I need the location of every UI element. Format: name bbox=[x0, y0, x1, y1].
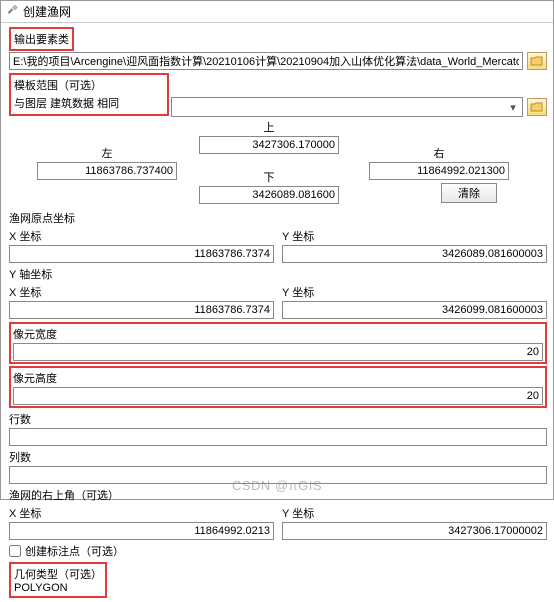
opp-y-label: Y 坐标 bbox=[282, 505, 547, 521]
create-labels-checkbox[interactable] bbox=[9, 545, 21, 557]
opp-x-label: X 坐标 bbox=[9, 505, 274, 521]
window-titlebar: 创建渔网 bbox=[1, 1, 553, 23]
cols-input[interactable] bbox=[9, 466, 547, 484]
template-extent-label: 模板范围（可选） bbox=[14, 77, 164, 93]
extent-right-input[interactable] bbox=[369, 162, 509, 180]
cell-width-highlight: 像元宽度 bbox=[9, 322, 547, 364]
browse-output-button[interactable] bbox=[527, 52, 547, 70]
origin-y-label: Y 坐标 bbox=[282, 228, 547, 244]
extent-left-label: 左 bbox=[102, 145, 113, 161]
origin-label: 渔网原点坐标 bbox=[9, 210, 547, 226]
cell-height-input[interactable] bbox=[13, 387, 543, 405]
opp-x-input[interactable] bbox=[9, 522, 274, 540]
rows-label: 行数 bbox=[9, 411, 547, 427]
yaxis-y-input[interactable] bbox=[282, 301, 547, 319]
rows-input[interactable] bbox=[9, 428, 547, 446]
origin-x-label: X 坐标 bbox=[9, 228, 274, 244]
extent-left-input[interactable] bbox=[37, 162, 177, 180]
extent-down-label: 下 bbox=[264, 169, 275, 185]
origin-x-input[interactable] bbox=[9, 245, 274, 263]
template-extent-dropdown[interactable]: ▾ bbox=[171, 97, 523, 117]
yaxis-label: Y 轴坐标 bbox=[9, 266, 547, 282]
output-fc-input[interactable] bbox=[9, 52, 523, 70]
geom-type-label: 几何类型（可选） bbox=[14, 566, 102, 582]
cell-height-highlight: 像元高度 bbox=[9, 366, 547, 408]
yaxis-y-label: Y 坐标 bbox=[282, 284, 547, 300]
output-fc-label: 输出要素类 bbox=[14, 34, 69, 46]
hammer-icon bbox=[5, 5, 19, 19]
window-title: 创建渔网 bbox=[23, 3, 71, 20]
chevron-down-icon: ▾ bbox=[506, 100, 520, 114]
cell-width-input[interactable] bbox=[13, 343, 543, 361]
yaxis-x-input[interactable] bbox=[9, 301, 274, 319]
geom-type-highlight: 几何类型（可选） POLYGON bbox=[9, 562, 107, 598]
opp-y-input[interactable] bbox=[282, 522, 547, 540]
cell-height-label: 像元高度 bbox=[13, 370, 543, 386]
template-extent-value: 与图层 建筑数据 相同 bbox=[14, 95, 164, 111]
yaxis-x-label: X 坐标 bbox=[9, 284, 274, 300]
cell-width-label: 像元宽度 bbox=[13, 326, 543, 342]
cols-label: 列数 bbox=[9, 449, 547, 465]
opp-corner-label: 渔网的右上角（可选） bbox=[9, 487, 547, 503]
geom-type-value: POLYGON bbox=[14, 582, 102, 594]
template-extent-highlight: 模板范围（可选） 与图层 建筑数据 相同 bbox=[9, 73, 169, 116]
browse-extent-button[interactable] bbox=[527, 98, 547, 116]
clear-extent-button[interactable]: 清除 bbox=[441, 183, 497, 203]
extent-down-input[interactable] bbox=[199, 186, 339, 204]
extent-grid: 上 左 右 下 清除 bbox=[9, 119, 547, 207]
extent-up-label: 上 bbox=[264, 119, 275, 135]
create-labels-label: 创建标注点（可选） bbox=[25, 543, 124, 559]
output-fc-label-highlight: 输出要素类 bbox=[9, 27, 74, 51]
extent-up-input[interactable] bbox=[199, 136, 339, 154]
extent-right-label: 右 bbox=[434, 145, 445, 161]
origin-y-input[interactable] bbox=[282, 245, 547, 263]
